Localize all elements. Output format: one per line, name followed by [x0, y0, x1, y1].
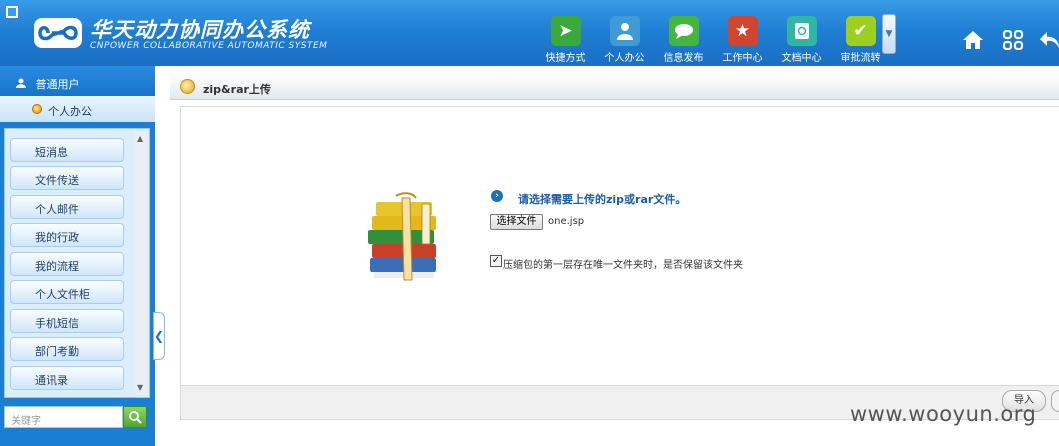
sidebar-collapse-button[interactable]: ❮: [153, 312, 165, 360]
choose-file-button[interactable]: 选择文件: [490, 214, 543, 230]
sidebar-item-file-cabinet[interactable]: 个人文件柜: [10, 280, 124, 304]
sidebar-item-my-workflow[interactable]: 我的流程: [10, 252, 124, 276]
next-button-partial[interactable]: [1051, 390, 1059, 412]
user-name: 普通用户: [35, 78, 80, 91]
document-icon: [786, 16, 817, 46]
nav-label: 信息发布: [663, 53, 704, 64]
sidebar-item-attendance[interactable]: 部门考勤: [10, 337, 124, 361]
sidebar-item-my-admin[interactable]: 我的行政: [10, 223, 124, 247]
back-arrow-icon[interactable]: [1040, 30, 1059, 55]
module-title: 个人办公: [48, 105, 92, 118]
user-icon: [16, 78, 26, 88]
sidebar-item-sms[interactable]: 手机短信: [10, 309, 124, 333]
nav-shortcuts[interactable]: ➤ 快捷方式: [536, 12, 595, 64]
user-row[interactable]: 普通用户: [0, 66, 155, 96]
sidebar-item-label: 短消息: [35, 146, 68, 159]
module-header[interactable]: 个人办公: [0, 96, 155, 122]
app-header: 华天动力协同办公系统 CNPOWER COLLABORATIVE AUTOMAT…: [0, 0, 1059, 66]
sidebar-item-label: 我的流程: [35, 260, 79, 273]
nav-personal-office[interactable]: 个人办公: [595, 12, 654, 64]
app-subtitle: CNPOWER COLLABORATIVE AUTOMATIC SYSTEM: [90, 41, 328, 51]
upload-prompt: 请选择需要上传的zip或rar文件。: [518, 193, 687, 206]
checkmark-icon: ✔: [845, 16, 876, 46]
watermark: www.wooyun.org: [850, 402, 1037, 426]
nav-label: 个人办公: [604, 53, 645, 64]
sidebar-item-file-transfer[interactable]: 文件传送: [10, 166, 124, 190]
main-panel: zip&rar上传 › 请选择需要上传的zip或rar文件。 选择文件 one.…: [165, 66, 1059, 446]
module-dot-icon: [32, 104, 42, 114]
search-icon: [129, 411, 142, 424]
panel-title-bar: zip&rar上传: [170, 74, 1059, 100]
person-icon: [609, 16, 640, 46]
sidebar-item-personal-mail[interactable]: 个人邮件: [10, 195, 124, 219]
search-input[interactable]: 关键字: [4, 406, 123, 428]
nav-document-center[interactable]: 文档中心: [772, 12, 831, 64]
search-button[interactable]: [123, 406, 147, 428]
arrow-circle-icon: [180, 79, 195, 94]
app-title: 华天动力协同办公系统: [90, 17, 310, 42]
sidebar-item-contacts[interactable]: 通讯录: [10, 366, 124, 390]
speech-bubble-icon: [668, 16, 699, 46]
grid-menu-icon[interactable]: [1002, 29, 1024, 55]
sidebar-item-label: 我的行政: [35, 231, 79, 244]
nav-label: 快捷方式: [545, 53, 586, 64]
keep-folder-label: 压缩包的第一层存在唯一文件夹时，是否保留该文件夹: [503, 260, 743, 271]
logo-icon: [34, 18, 82, 48]
sidebar-scrollbar[interactable]: ▲ ▼: [135, 131, 147, 395]
keep-folder-checkbox[interactable]: ✓: [490, 255, 502, 267]
selected-file-name: one.jsp: [548, 216, 585, 227]
sidebar-item-label: 个人文件柜: [35, 288, 90, 301]
scroll-down-icon[interactable]: ▼: [137, 383, 143, 392]
nav-label: 文档中心: [781, 53, 822, 64]
sidebar: 普通用户 个人办公 短消息 文件传送 个人邮件 我的行政 我的流程 个人文件柜 …: [0, 66, 155, 446]
nav-scroll-down-button[interactable]: ▼: [882, 14, 896, 54]
nav-info-publish[interactable]: 信息发布: [654, 12, 713, 64]
sidebar-item-messages[interactable]: 短消息: [10, 138, 124, 162]
nav-label: 工作中心: [722, 53, 763, 64]
chevron-right-icon: ›: [491, 190, 503, 202]
page-title: zip&rar上传: [203, 83, 271, 96]
books-icon: [368, 192, 436, 281]
sidebar-item-label: 文件传送: [35, 174, 79, 187]
star-icon: ★: [727, 16, 758, 46]
paper-plane-icon: ➤: [550, 16, 581, 46]
window-icon: [6, 6, 18, 18]
sidebar-item-label: 部门考勤: [35, 345, 79, 358]
scroll-up-icon[interactable]: ▲: [137, 134, 143, 143]
upload-form: › 请选择需要上传的zip或rar文件。 选择文件 one.jsp ✓ 压缩包的…: [180, 106, 1059, 386]
nav-work-center[interactable]: ★ 工作中心: [713, 12, 772, 64]
sidebar-item-label: 通讯录: [35, 374, 68, 387]
sidebar-item-label: 手机短信: [35, 317, 79, 330]
sidebar-menu: 短消息 文件传送 个人邮件 我的行政 我的流程 个人文件柜 手机短信 部门考勤 …: [4, 128, 150, 398]
home-icon[interactable]: [962, 30, 984, 55]
sidebar-item-label: 个人邮件: [35, 203, 79, 216]
top-nav: ➤ 快捷方式 个人办公 信息发布 ★ 工作中心 文档中心 ✔ 审批流转: [536, 12, 890, 64]
